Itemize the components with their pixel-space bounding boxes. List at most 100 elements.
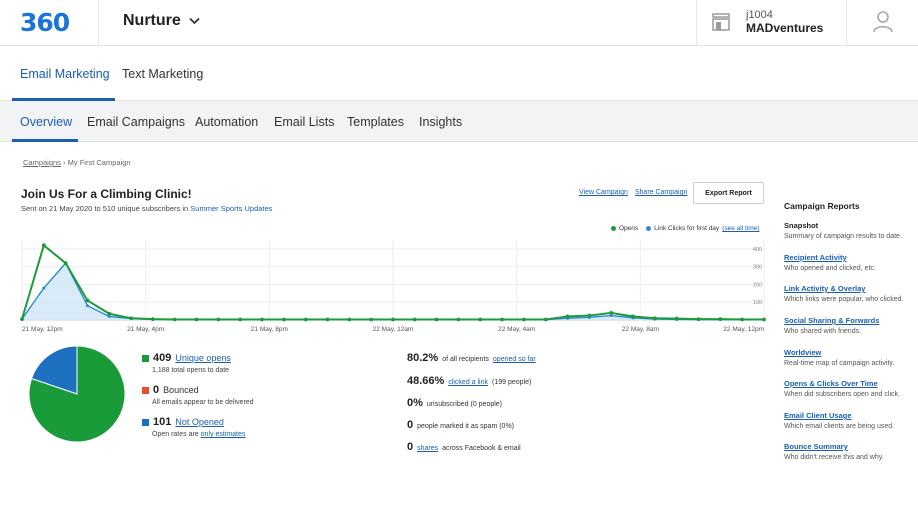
shares-link[interactable]: shares	[417, 445, 438, 452]
breadcrumb: Campaigns › My First Campaign	[23, 158, 131, 167]
opens-series-point	[151, 317, 155, 322]
share-campaign-link[interactable]: Share Campaign	[635, 189, 688, 196]
report-desc: Who shared with friends.	[784, 328, 862, 335]
legend-clicks-swatch	[646, 226, 652, 231]
tab-email-lists[interactable]: Email Lists	[274, 115, 334, 129]
tab-automation[interactable]: Automation	[195, 115, 258, 129]
metric-value: 0%	[407, 397, 423, 409]
opens-series-point	[543, 317, 548, 322]
stat-unique-opens: 409 Unique opens 1,188 total opens to da…	[142, 352, 231, 374]
recipient-activity-link[interactable]: Recipient Activity	[784, 253, 918, 262]
opens-series-point	[260, 317, 264, 322]
opens-series-point	[522, 317, 526, 322]
breadcrumb-current: My First Campaign	[67, 158, 131, 167]
x-tick-label: 22 May, 8am	[622, 326, 659, 333]
email-client-link[interactable]: Email Client Usage	[784, 411, 918, 420]
unique-opens-link[interactable]: Unique opens	[175, 353, 231, 363]
legend-clicks-label: Link Clicks for first day	[654, 225, 720, 232]
opens-series-point	[587, 313, 592, 318]
not-opened-link[interactable]: Not Opened	[175, 417, 224, 427]
opens-pie-chart	[28, 345, 126, 443]
view-campaign-link[interactable]: View Campaign	[579, 189, 628, 196]
report-snapshot-title: Snapshot	[784, 221, 819, 230]
only-estimates-link[interactable]: only estimates	[201, 431, 246, 438]
not-opened-count: 101	[153, 416, 172, 428]
report-snapshot: Snapshot Summary of campaign results to …	[784, 221, 918, 240]
opened-so-far-link[interactable]: opened so far	[493, 356, 536, 363]
tab-email-marketing[interactable]: Email Marketing	[20, 67, 110, 81]
report-bounce-summary: Bounce Summary Who didn't receive this a…	[784, 442, 918, 461]
logo-text: 360	[20, 8, 70, 37]
opens-series-point	[412, 317, 417, 322]
opens-series-point	[565, 314, 570, 319]
export-report-button[interactable]: Export Report	[693, 182, 764, 204]
clicks-series-point	[42, 286, 46, 290]
divider	[696, 0, 697, 46]
bounced-sub-text: All emails appear to be delivered	[152, 399, 254, 406]
opens-series-point	[500, 317, 505, 322]
account-id: j1004	[746, 9, 773, 21]
divider	[846, 0, 847, 46]
tab-templates[interactable]: Templates	[347, 115, 404, 129]
divider	[98, 0, 99, 46]
opens-series-point	[631, 314, 635, 319]
brand-logo[interactable]: 360	[20, 9, 76, 37]
report-desc: Which email clients are being used.	[784, 423, 895, 430]
breadcrumb-campaigns-link[interactable]: Campaigns	[23, 158, 61, 167]
x-tick-label: 21 May, 4pm	[127, 326, 164, 333]
opens-series-point	[478, 317, 483, 322]
report-desc: Real-time map of campaign activity.	[784, 360, 895, 367]
list-name-link[interactable]: Summer Sports Updates	[190, 204, 272, 213]
opens-series-point	[391, 317, 395, 322]
opens-series-point	[369, 317, 374, 322]
opens-series-point	[652, 316, 657, 321]
opens-swatch	[142, 354, 149, 362]
store-icon[interactable]	[711, 13, 731, 31]
metric-spam: 0 people marked it as spam (0%)	[407, 419, 514, 431]
tab-insights[interactable]: Insights	[419, 115, 462, 129]
stat-bounced: 0 Bounced All emails appear to be delive…	[142, 384, 254, 406]
opens-series-point	[674, 316, 679, 321]
metric-opened: 80.2% of all recipients opened so far	[407, 352, 536, 364]
tab-email-campaigns[interactable]: Email Campaigns	[87, 115, 185, 129]
opens-series-point	[63, 261, 68, 266]
user-avatar-icon[interactable]	[873, 11, 893, 33]
stat-not-opened: 101 Not Opened Open rates are only estim…	[142, 416, 245, 438]
clicks-series-point	[85, 304, 89, 308]
campaign-reports-title: Campaign Reports	[784, 201, 860, 211]
social-sharing-link[interactable]: Social Sharing & Forwards	[784, 316, 918, 325]
chevron-down-icon	[189, 17, 200, 25]
x-tick-label: 21 May, 12pm	[22, 326, 63, 333]
tab-overview[interactable]: Overview	[20, 115, 72, 129]
opens-series-point	[85, 298, 90, 303]
total-opens-text: 1,188 total opens to date	[152, 367, 230, 374]
top-bar: 360 Nurture j1004 MADventures	[0, 0, 918, 46]
report-recipient-activity: Recipient Activity Who opened and clicke…	[784, 253, 918, 272]
tab-text-marketing[interactable]: Text Marketing	[122, 67, 203, 81]
metric-value: 48.66%	[407, 375, 445, 387]
bounce-summary-link[interactable]: Bounce Summary	[784, 442, 918, 451]
breadcrumb-separator: ›	[63, 158, 66, 167]
opens-clicks-link[interactable]: Opens & Clicks Over Time	[784, 379, 918, 388]
opens-series-point	[740, 317, 745, 322]
metric-value: 80.2%	[407, 352, 439, 364]
clicked-a-link-link[interactable]: clicked a link	[448, 379, 488, 386]
secondary-tabs: Overview Email Campaigns Automation Emai…	[0, 101, 918, 142]
product-switcher[interactable]: Nurture	[123, 12, 200, 30]
report-desc: Who opened and clicked, etc.	[784, 265, 876, 272]
open-rates-prefix: Open rates are	[152, 431, 199, 438]
active-subtab-indicator	[12, 139, 78, 142]
metric-text: unsubscribed (0 people)	[426, 401, 503, 408]
report-social-sharing: Social Sharing & Forwards Who shared wit…	[784, 316, 918, 335]
opens-series-point	[194, 317, 199, 322]
metric-value: 0	[407, 441, 414, 453]
worldview-link[interactable]: Worldview	[784, 348, 918, 357]
campaign-sent-info: Sent on 21 May 2020 to 510 unique subscr…	[21, 204, 272, 213]
account-name[interactable]: MADventures	[746, 21, 823, 35]
x-tick-label: 22 May, 12pm	[723, 326, 764, 333]
link-activity-link[interactable]: Link Activity & Overlay	[784, 284, 918, 293]
metric-unsubscribed: 0% unsubscribed (0 people)	[407, 397, 502, 409]
opens-series-point	[696, 317, 701, 322]
see-all-time-link[interactable]: (see all time)	[722, 225, 759, 232]
opens-series-point	[456, 317, 461, 322]
